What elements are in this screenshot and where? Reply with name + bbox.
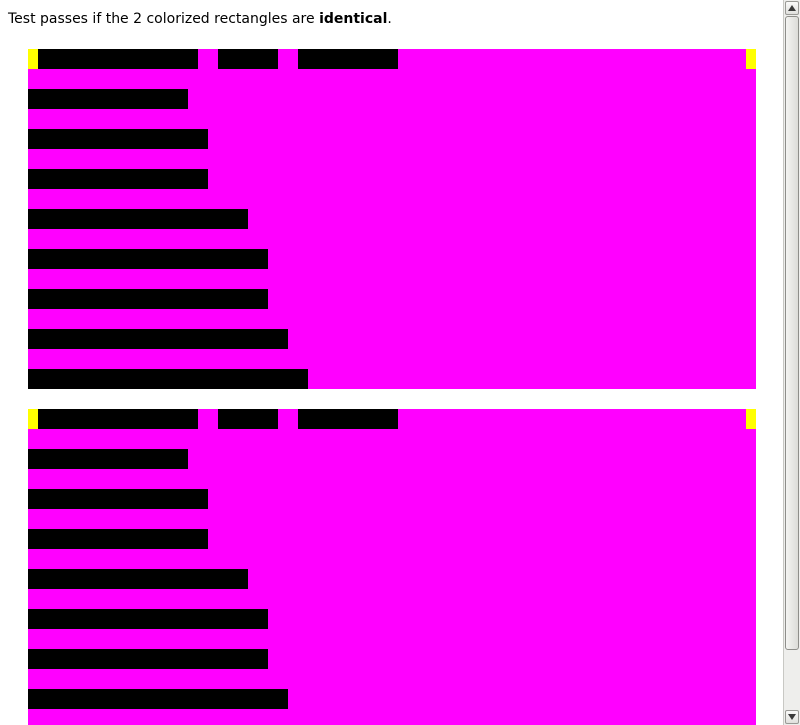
top-black-bar	[218, 49, 278, 69]
top-black-bar	[38, 409, 198, 429]
top-black-bar	[38, 49, 198, 69]
yellow-marker-right	[746, 49, 756, 69]
black-row-bar	[28, 289, 268, 309]
black-row-bar	[28, 369, 308, 389]
black-row-bar	[28, 649, 268, 669]
scroll-up-arrow-icon	[788, 5, 796, 11]
black-row-bar	[28, 609, 268, 629]
instruction-suffix: .	[387, 11, 392, 27]
instruction-prefix: Test passes if the 2 colorized rectangle…	[8, 11, 320, 27]
test-rectangle	[28, 49, 756, 389]
instruction-text: Test passes if the 2 colorized rectangle…	[8, 10, 392, 28]
scrollbar-thumb[interactable]	[785, 16, 799, 650]
black-row-bar	[28, 489, 208, 509]
black-row-bar	[28, 569, 248, 589]
yellow-marker-left	[28, 49, 38, 69]
black-row-bar	[28, 129, 208, 149]
vertical-scrollbar[interactable]	[783, 0, 800, 725]
black-row-bar	[28, 249, 268, 269]
black-row-bar	[28, 209, 248, 229]
black-row-bar	[28, 329, 288, 349]
reference-rectangle	[28, 409, 756, 725]
black-row-bar	[28, 689, 288, 709]
black-row-bar	[28, 449, 188, 469]
black-row-bar	[28, 529, 208, 549]
scroll-down-button[interactable]	[785, 710, 799, 724]
page-viewport: Test passes if the 2 colorized rectangle…	[0, 0, 783, 725]
black-row-bar	[28, 169, 208, 189]
instruction-emphasis: identical	[319, 11, 388, 27]
yellow-marker-left	[28, 409, 38, 429]
scroll-down-arrow-icon	[788, 714, 796, 720]
scroll-up-button[interactable]	[785, 1, 799, 15]
top-black-bar	[298, 409, 398, 429]
top-black-bar	[298, 49, 398, 69]
yellow-marker-right	[746, 409, 756, 429]
black-row-bar	[28, 89, 188, 109]
top-black-bar	[218, 409, 278, 429]
